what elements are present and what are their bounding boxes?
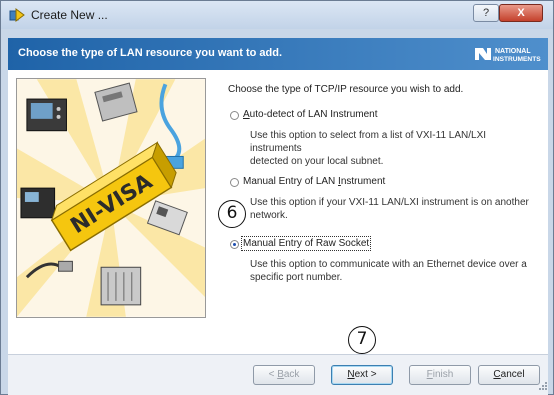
wizard-header-title: Choose the type of LAN resource you want…	[18, 47, 283, 59]
next-rest: ext >	[354, 369, 377, 380]
desc-line: Use this option to select from a list of…	[250, 130, 487, 154]
back-rest: ack	[283, 369, 300, 380]
radio-auto-detect[interactable]	[230, 111, 239, 120]
option-desc-auto-detect: Use this option to select from a list of…	[250, 129, 540, 168]
mnemonic-n: N	[347, 369, 355, 380]
ni-max-app-icon	[9, 8, 25, 22]
manual-lan-label-post: nstrument	[340, 176, 386, 187]
finish-rest: inish	[432, 369, 454, 380]
title-bar[interactable]: Create New ... ? X	[1, 1, 553, 29]
close-button[interactable]: X	[499, 4, 543, 22]
chassis-image	[100, 266, 142, 306]
mnemonic-c: C	[493, 369, 501, 380]
logo-line-2: INSTRUMENTS	[493, 56, 541, 63]
window-title: Create New ...	[31, 8, 108, 22]
cancel-rest: ancel	[500, 369, 525, 380]
national-instruments-logo: NATIONAL INSTRUMENTS	[475, 48, 541, 63]
finish-button[interactable]: Finish	[409, 365, 471, 385]
option-label-auto-detect[interactable]: Auto-detect of LAN Instrument	[243, 109, 378, 120]
step-6-callout: 6	[218, 200, 246, 228]
help-button[interactable]: ?	[473, 4, 499, 22]
option-label-manual-lan-instrument[interactable]: Manual Entry of LAN Instrument	[243, 176, 385, 187]
wizard-footer: < Back Next > Finish Cancel	[8, 354, 548, 395]
back-prefix: <	[268, 369, 278, 380]
help-icon: ?	[482, 7, 490, 19]
cancel-button[interactable]: Cancel	[478, 365, 540, 385]
option-desc-manual-lan-instrument: Use this option if your VXI-11 LAN/LXI i…	[250, 196, 540, 222]
instrument-left-image	[20, 187, 56, 219]
desc-line: Use this option if your VXI-11 LAN/LXI i…	[250, 197, 529, 208]
manual-lan-label-pre: Manual Entry of LAN	[243, 176, 339, 187]
mnemonic-a: A	[243, 109, 250, 120]
resource-type-prompt: Choose the type of TCP/IP resource you w…	[228, 84, 464, 95]
desc-line: Use this option to communicate with an E…	[250, 259, 527, 270]
auto-detect-label-text: uto-detect of LAN Instrument	[249, 109, 378, 120]
create-new-dialog: Create New ... ? X Choose the type of LA…	[0, 0, 554, 395]
radio-manual-raw-socket[interactable]	[230, 240, 239, 249]
oscilloscope-image	[26, 98, 67, 132]
next-button[interactable]: Next >	[331, 365, 393, 385]
option-desc-manual-raw-socket: Use this option to communicate with an E…	[250, 258, 540, 284]
ni-visa-illustration: NI-VISA	[16, 78, 206, 318]
option-label-manual-raw-socket[interactable]: Manual Entry of Raw Socket	[240, 236, 372, 251]
desc-line: specific port number.	[250, 272, 343, 283]
wizard-header: Choose the type of LAN resource you want…	[8, 38, 548, 70]
back-button[interactable]: < Back	[253, 365, 315, 385]
radio-manual-lan-instrument[interactable]	[230, 178, 239, 187]
mnemonic-b: B	[277, 369, 284, 380]
desc-line: detected on your local subnet.	[250, 156, 384, 167]
logo-line-1: NATIONAL	[495, 48, 531, 55]
step-7-callout: 7	[348, 326, 376, 354]
wizard-content: NI-VISA Choose the type of TCP/IP resour…	[8, 70, 548, 354]
desc-line: network.	[250, 210, 288, 221]
resize-grip-icon[interactable]	[538, 381, 548, 391]
close-icon: X	[517, 7, 525, 19]
